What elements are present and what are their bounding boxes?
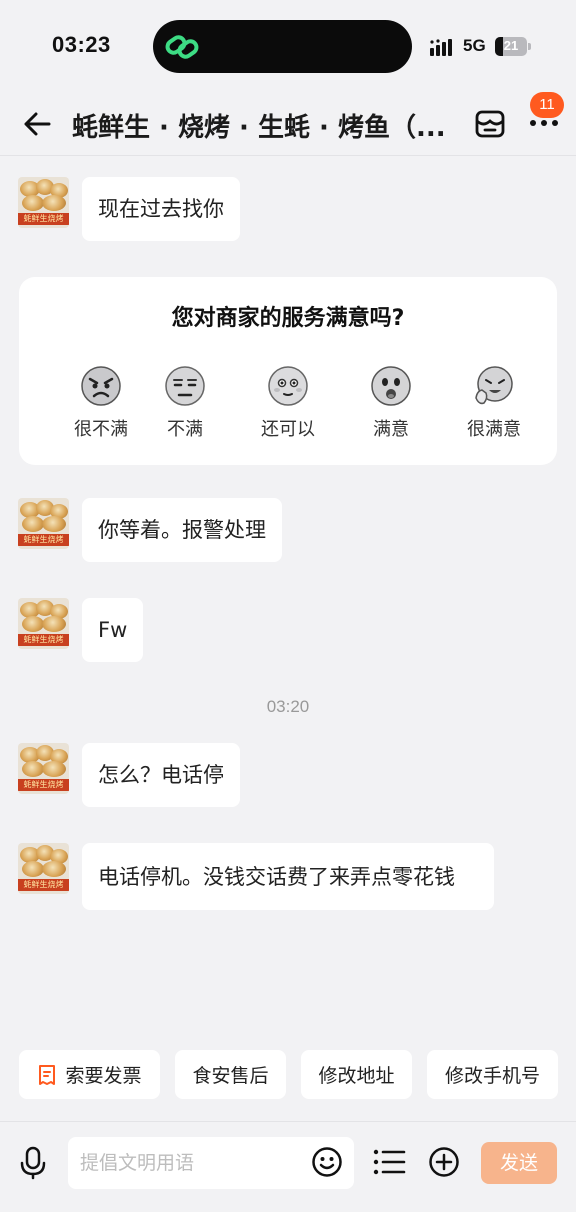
quick-action-label: 索要发票	[65, 1065, 142, 1087]
avatar-sign: 蚝鲜生烧烤	[18, 213, 69, 225]
quick-action-label: 修改地址	[318, 1065, 395, 1087]
unread-badge: 11	[530, 92, 564, 118]
merchant-avatar[interactable]: 蚝鲜生烧烤	[18, 843, 69, 894]
neutral-face-icon	[268, 366, 308, 406]
satisfaction-survey-card: 您对商家的服务满意吗? 很不满 不满 还可以 满意 很满意	[19, 277, 557, 465]
merchant-avatar[interactable]: 蚝鲜生烧烤	[18, 743, 69, 794]
message-input[interactable]	[80, 1137, 300, 1189]
more-dots-icon[interactable]	[529, 118, 559, 128]
message-bubble[interactable]: 电话停机。没钱交话费了来弄点零花钱	[82, 843, 494, 910]
message-bubble[interactable]: 你等着。报警处理	[82, 498, 282, 562]
message-bubble[interactable]: Fw	[82, 598, 144, 662]
shop-icon[interactable]	[474, 109, 506, 139]
emoji-icon[interactable]	[311, 1146, 343, 1178]
chat-title: 蚝鲜生 · 烧烤 · 生蚝 · 烤鱼（...	[72, 113, 446, 143]
avatar-sign: 蚝鲜生烧烤	[18, 534, 69, 546]
quick-action-invoice[interactable]: 索要发票	[19, 1050, 160, 1099]
thumbs-up-face-icon	[475, 366, 513, 405]
signal-icon	[430, 39, 452, 56]
rating-label: 还可以	[261, 419, 315, 440]
avatar-sign: 蚝鲜生烧烤	[18, 634, 69, 646]
rating-label: 很不满	[74, 419, 128, 440]
chat-header: 蚝鲜生 · 烧烤 · 生蚝 · 烤鱼（... 11	[0, 92, 576, 156]
merchant-avatar[interactable]: 蚝鲜生烧烤	[18, 598, 69, 649]
message-bubble[interactable]: 现在过去找你	[82, 177, 240, 241]
rating-option-satisfied[interactable]: 满意	[345, 365, 437, 441]
plus-circle-icon[interactable]	[428, 1146, 460, 1178]
avatar-sign: 蚝鲜生烧烤	[18, 879, 69, 891]
send-button[interactable]: 发送	[481, 1142, 557, 1184]
angry-face-icon	[81, 366, 121, 406]
avatar-sign: 蚝鲜生烧烤	[18, 779, 69, 791]
rating-label: 满意	[373, 419, 409, 440]
chat-timestamp: 03:20	[266, 697, 310, 716]
quick-action-food-safety[interactable]: 食安售后	[175, 1050, 286, 1099]
invoice-icon	[39, 1064, 56, 1085]
rating-label: 不满	[167, 419, 203, 440]
quick-action-change-phone[interactable]: 修改手机号	[427, 1050, 558, 1099]
battery-level: 21	[503, 38, 519, 53]
status-bar: 03:23 5G 21	[0, 0, 576, 92]
back-arrow-icon[interactable]	[22, 110, 52, 138]
menu-list-icon[interactable]	[372, 1148, 406, 1176]
quick-action-change-address[interactable]: 修改地址	[301, 1050, 412, 1099]
unamused-face-icon	[165, 366, 205, 406]
rating-option-dissatisfied[interactable]: 不满	[139, 365, 231, 441]
link-rings-icon	[165, 35, 199, 59]
quick-action-label: 食安售后	[192, 1065, 269, 1087]
message-bubble[interactable]: 怎么？电话停	[82, 743, 240, 807]
merchant-avatar[interactable]: 蚝鲜生烧烤	[18, 177, 69, 228]
quick-action-label: 修改手机号	[444, 1065, 540, 1087]
rating-label: 很满意	[467, 419, 521, 440]
rating-option-very-satisfied[interactable]: 很满意	[448, 365, 540, 441]
merchant-avatar[interactable]: 蚝鲜生烧烤	[18, 498, 69, 549]
microphone-icon[interactable]	[18, 1146, 48, 1180]
survey-title: 您对商家的服务满意吗?	[171, 306, 405, 331]
battery-icon: 21	[495, 37, 531, 56]
status-time: 03:23	[52, 32, 111, 57]
rating-option-okay[interactable]: 还可以	[242, 365, 334, 441]
network-type: 5G	[463, 36, 486, 55]
message-input-bar: 发送	[0, 1121, 576, 1212]
rating-option-very-dissatisfied[interactable]: 很不满	[55, 365, 147, 441]
happy-face-icon	[371, 366, 411, 406]
